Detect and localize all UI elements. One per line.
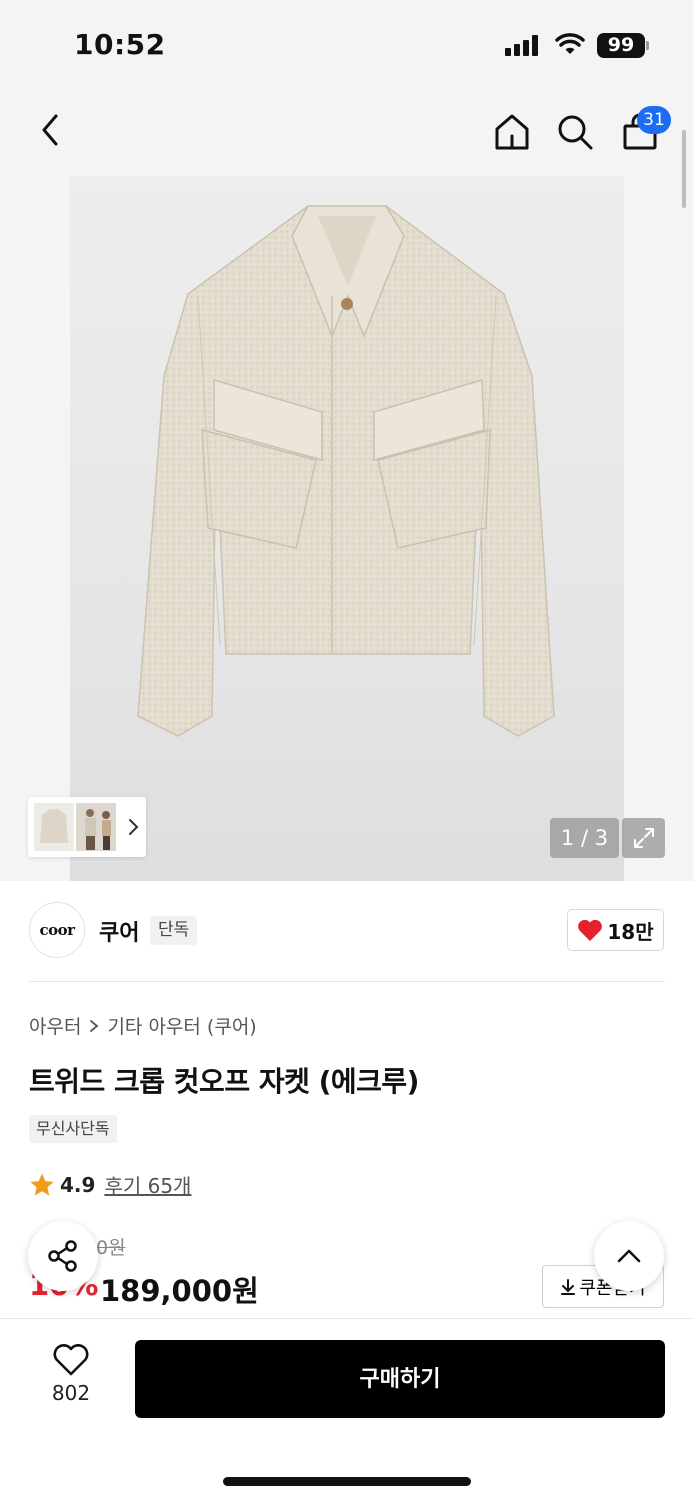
expand-icon [633, 828, 654, 848]
product-gallery[interactable]: 1 / 3 [0, 176, 693, 881]
thumbnail-model-image [85, 809, 111, 850]
breadcrumb-category[interactable]: 아우터 [29, 1012, 81, 1039]
breadcrumb-subcategory[interactable]: 기타 아우터 (쿠어) [107, 1012, 256, 1039]
scrollbar[interactable] [682, 130, 686, 208]
product-photo[interactable] [70, 176, 624, 881]
chevron-left-icon [42, 114, 58, 146]
brand-like-count: 18만 [607, 919, 654, 944]
rating-row: 4.9 후기 65개 [29, 1170, 191, 1199]
jacket-image [137, 205, 555, 737]
rating-score: 4.9 [60, 1172, 96, 1197]
wifi-icon [555, 33, 585, 54]
expand-image-button[interactable] [622, 818, 665, 858]
heart-filled-icon [578, 919, 603, 941]
brand-row: coor 쿠어 단독 18만 [0, 881, 693, 983]
store-exclusive-tag: 무신사단독 [29, 1115, 117, 1143]
download-icon [561, 1278, 576, 1295]
cart-count-badge: 31 [637, 106, 671, 134]
share-button[interactable] [28, 1221, 98, 1291]
search-icon [558, 115, 593, 150]
back-button[interactable] [30, 110, 70, 150]
home-icon [495, 114, 529, 150]
reviews-link[interactable]: 후기 65개 [104, 1170, 191, 1199]
breadcrumb: 아우터 기타 아우터 (쿠어) [29, 1012, 257, 1039]
wishlist-count: 802 [51, 1381, 91, 1405]
divider [29, 981, 665, 982]
exclusive-tag: 단독 [150, 916, 198, 945]
clock: 10:52 [74, 28, 166, 61]
home-indicator[interactable] [223, 1477, 471, 1486]
thumbnail-jacket-image [40, 809, 68, 843]
chevron-right-icon[interactable] [122, 816, 144, 838]
wishlist-button[interactable]: 802 [36, 1343, 106, 1423]
product-title: 트위드 크롭 컷오프 자켓 (에크루) [29, 1065, 419, 1098]
original-price: 0원 [96, 1237, 126, 1259]
brand-logo[interactable]: coor [29, 902, 85, 958]
star-icon [30, 1173, 54, 1196]
battery-tip [646, 41, 649, 50]
brand-like-button[interactable]: 18만 [567, 909, 664, 951]
chevron-right-icon [90, 1019, 99, 1032]
search-button[interactable] [553, 110, 597, 154]
heart-outline-icon [53, 1344, 89, 1376]
bottom-action-bar: 802 구매하기 [0, 1318, 693, 1500]
brand-name[interactable]: 쿠어 [99, 915, 139, 947]
battery-indicator: 99 [597, 33, 645, 58]
sale-price: 189,000원 [100, 1274, 259, 1308]
thumbnail-strip[interactable] [28, 797, 146, 857]
thumbnail-jacket-front[interactable] [34, 803, 74, 851]
home-button[interactable] [490, 110, 534, 154]
thumbnail-model[interactable] [76, 803, 116, 851]
image-pager: 1 / 3 [550, 818, 619, 858]
scroll-to-top-button[interactable] [594, 1221, 664, 1291]
buy-button[interactable]: 구매하기 [135, 1340, 665, 1418]
status-bar: 10:52 99 [0, 0, 693, 92]
share-icon [48, 1240, 77, 1272]
cellular-signal-icon [505, 34, 538, 56]
chevron-up-icon [617, 1249, 641, 1263]
top-navigation [0, 92, 693, 176]
